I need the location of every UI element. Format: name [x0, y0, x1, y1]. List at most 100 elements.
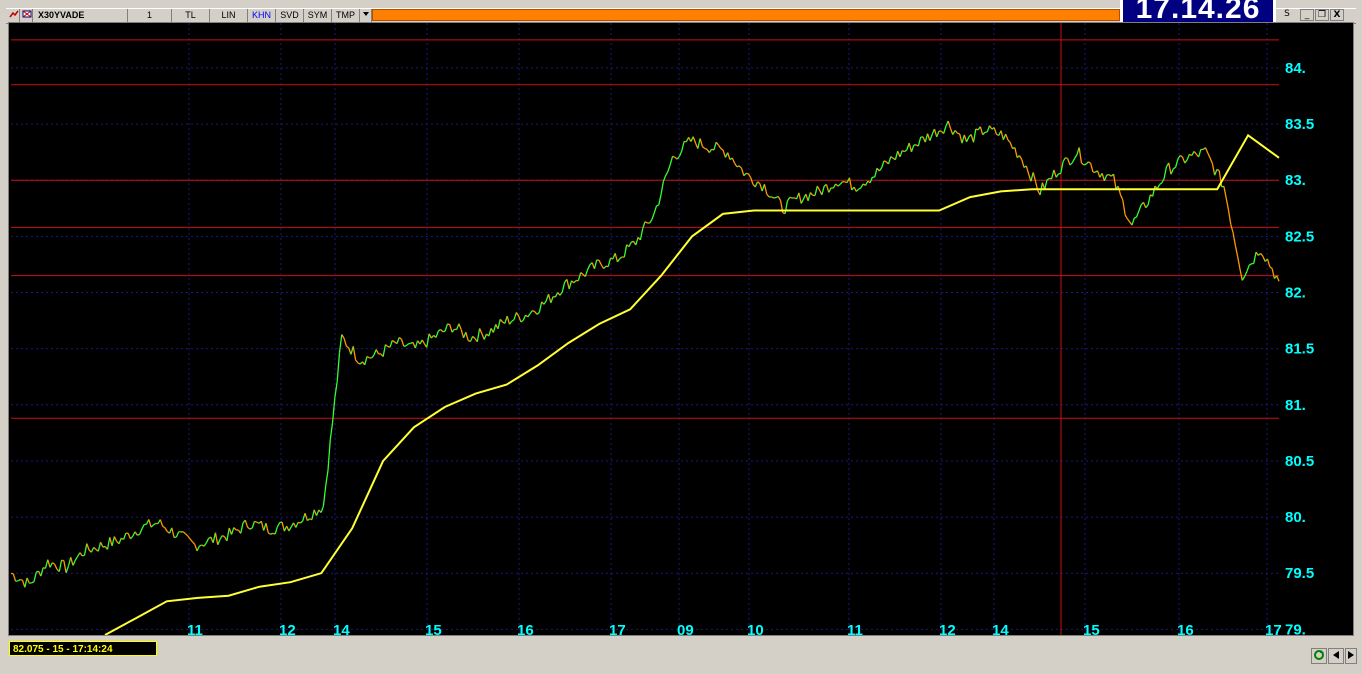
price-segment [1133, 216, 1137, 219]
close-button[interactable]: X [1330, 9, 1344, 21]
price-segment [270, 532, 274, 535]
price-segment [488, 328, 492, 337]
price-segment [784, 200, 789, 214]
symbol-field[interactable]: X30YVADE [34, 9, 128, 22]
y-tick-label: 82. [1285, 285, 1306, 302]
price-segment [1266, 258, 1271, 267]
khn-button[interactable]: KHN [248, 9, 276, 22]
settings-button[interactable]: S [1280, 9, 1294, 21]
price-segment [720, 147, 724, 151]
price-segment [947, 120, 952, 129]
price-segment [899, 150, 903, 158]
price-segment [1124, 214, 1128, 220]
price-segment [839, 181, 844, 185]
price-segment [936, 130, 940, 138]
sym-button[interactable]: SYM [304, 9, 332, 22]
last-price-readout: 82.075 - 15 - 17:14:24 [9, 641, 157, 656]
price-segment [251, 521, 256, 529]
price-segment [288, 526, 292, 532]
price-segment [65, 566, 70, 573]
scale-button[interactable]: LIN [210, 9, 248, 22]
price-segment [607, 257, 612, 267]
price-segment [858, 187, 862, 190]
x-tick-label: 16 [1177, 622, 1194, 635]
minimize-button[interactable]: _ [1300, 9, 1314, 21]
chart-type-icon[interactable] [8, 9, 20, 22]
price-segment [656, 204, 660, 207]
price-segment [1172, 166, 1176, 170]
price-segment [789, 196, 793, 199]
price-segment [649, 219, 653, 224]
period-field[interactable]: 1 [128, 9, 172, 22]
price-segment [623, 244, 628, 258]
price-segment [465, 332, 469, 341]
price-segment [472, 335, 476, 339]
price-segment [182, 531, 187, 535]
chart-panel[interactable]: 84. 83.5 83. 82.5 82. 81.5 81. 80.5 80. 79.5 79. 1… [8, 22, 1354, 636]
price-segment [1186, 154, 1191, 161]
price-segment [667, 164, 671, 172]
price-segment [187, 535, 191, 540]
symbol-flag-icon[interactable] [21, 9, 33, 22]
price-segment [203, 542, 207, 547]
price-segment [99, 541, 104, 548]
currency-button[interactable]: TL [172, 9, 210, 22]
price-segment [568, 280, 573, 290]
y-tick-label: 79. [1285, 621, 1306, 635]
price-segment [678, 150, 683, 157]
restore-button[interactable]: ❐ [1315, 9, 1329, 21]
price-segment [171, 527, 175, 538]
chevron-down-icon[interactable] [360, 9, 372, 22]
price-segment [460, 329, 465, 339]
x-tick-label: 14 [333, 622, 350, 635]
price-segment [910, 144, 915, 153]
price-segment [966, 136, 970, 143]
price-segment [1216, 168, 1220, 172]
price-segment [554, 292, 559, 298]
x-tick-label: 17 [609, 622, 626, 635]
price-segment [336, 352, 341, 382]
price-segment [961, 134, 965, 144]
x-tick-label: 17 [1265, 622, 1282, 635]
price-segment [757, 181, 761, 185]
price-segment [214, 532, 219, 545]
y-tick-label: 84. [1285, 60, 1306, 77]
price-segment [1081, 162, 1085, 166]
price-segment [90, 547, 95, 553]
price-segment [1159, 182, 1163, 186]
svd-button[interactable]: SVD [276, 9, 304, 22]
price-segment [816, 185, 821, 191]
tmp-button[interactable]: TMP [332, 9, 360, 22]
price-segment [520, 319, 524, 323]
price-segment [338, 334, 343, 353]
price-segment [786, 197, 791, 202]
price-segment [511, 319, 515, 322]
price-segment [740, 167, 745, 176]
price-chart[interactable]: 84. 83.5 83. 82.5 82. 81.5 81. 80.5 80. 79.5 79. 1… [9, 23, 1353, 635]
price-segment [821, 186, 825, 196]
price-segment [74, 556, 79, 561]
refresh-icon[interactable] [1311, 648, 1327, 664]
price-segment [878, 167, 883, 172]
price-segment [1223, 186, 1227, 198]
scroll-left-icon[interactable] [1328, 648, 1344, 664]
price-segment [346, 345, 350, 349]
price-segment [1000, 130, 1004, 140]
price-segment [1119, 194, 1124, 201]
price-segment [437, 328, 441, 332]
price-segment [1096, 170, 1101, 178]
price-segment [596, 259, 600, 261]
price-segment [24, 577, 28, 588]
price-segment [809, 192, 814, 196]
scroll-right-icon[interactable] [1345, 648, 1357, 664]
price-segment [534, 311, 538, 315]
price-segment [219, 535, 223, 540]
price-segment [986, 125, 991, 133]
price-segment [421, 339, 426, 345]
price-segment [129, 535, 134, 540]
price-segment [561, 282, 566, 293]
price-segment [1239, 268, 1243, 281]
price-segment [954, 130, 958, 134]
price-segment [722, 149, 727, 158]
price-segment [864, 180, 869, 186]
